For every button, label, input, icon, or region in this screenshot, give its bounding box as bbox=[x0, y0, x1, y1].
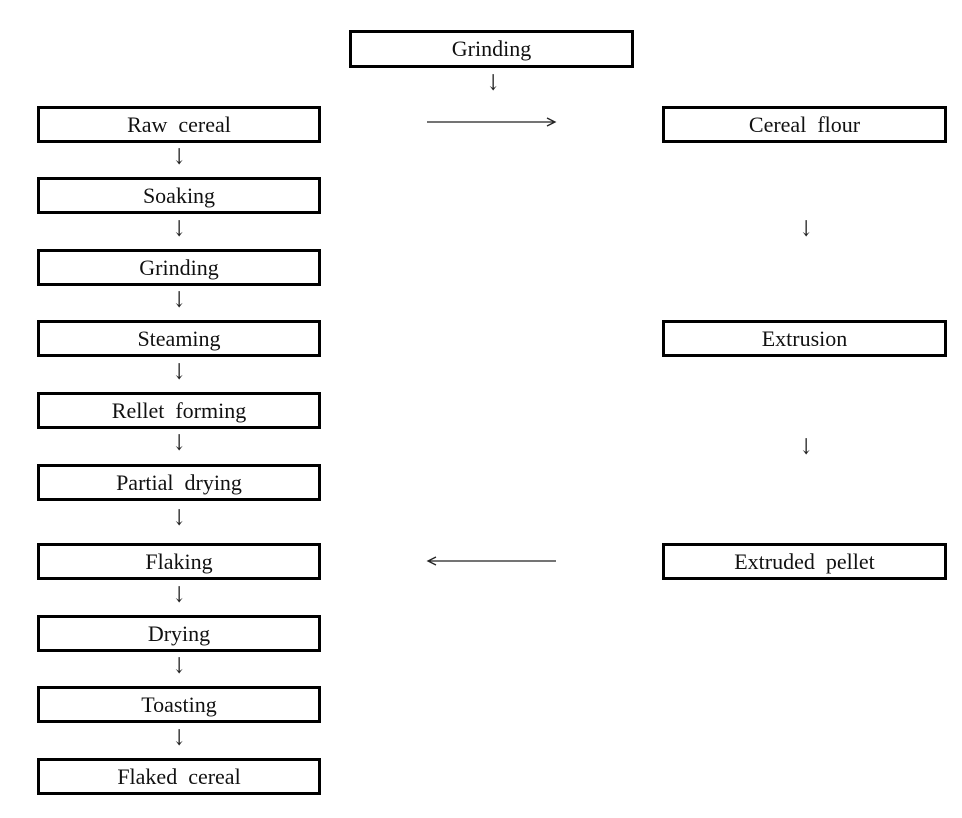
down-arrow-icon: ↓ bbox=[172, 654, 187, 679]
step-flaked-cereal: Flaked cereal bbox=[37, 758, 321, 795]
down-arrow-icon: ↓ bbox=[172, 145, 187, 170]
down-arrow-icon: ↓ bbox=[172, 583, 187, 608]
down-arrow-icon: ↓ bbox=[799, 217, 814, 242]
down-arrow-icon: ↓ bbox=[172, 288, 187, 313]
step-label: Flaked cereal bbox=[117, 763, 241, 789]
step-partial-drying: Partial drying bbox=[37, 464, 321, 501]
step-cereal-flour: Cereal flour bbox=[662, 106, 947, 143]
step-label: Grinding bbox=[139, 254, 219, 280]
step-toasting: Toasting bbox=[37, 686, 321, 723]
step-label: Soaking bbox=[142, 182, 216, 208]
step-label: Drying bbox=[147, 620, 211, 646]
step-soaking: Soaking bbox=[37, 177, 321, 214]
step-label: Flaking bbox=[145, 548, 213, 574]
down-arrow-icon: ↓ bbox=[172, 431, 187, 456]
step-label: Cereal flour bbox=[748, 111, 861, 137]
step-label: Partial drying bbox=[116, 469, 242, 495]
down-arrow-icon: ↓ bbox=[172, 217, 187, 242]
down-arrow-icon: ↓ bbox=[799, 435, 814, 460]
down-arrow-icon: ↓ bbox=[172, 506, 187, 531]
right-arrow-icon bbox=[426, 116, 558, 128]
down-arrow-icon: ↓ bbox=[486, 71, 501, 96]
step-label: Steaming bbox=[137, 325, 221, 351]
down-arrow-icon: ↓ bbox=[172, 726, 187, 751]
step-raw-cereal: Raw cereal bbox=[37, 106, 321, 143]
step-label: Toasting bbox=[141, 691, 217, 717]
step-extruded-pellet: Extruded pellet bbox=[662, 543, 947, 580]
step-flaking: Flaking bbox=[37, 543, 321, 580]
step-label: Raw cereal bbox=[127, 111, 231, 137]
step-grinding: Grinding bbox=[37, 249, 321, 286]
top-grinding-box: Grinding bbox=[349, 30, 634, 68]
step-label: Extruded pellet bbox=[734, 548, 875, 574]
step-steaming: Steaming bbox=[37, 320, 321, 357]
top-grinding-label: Grinding bbox=[451, 36, 532, 61]
step-rellet-forming: Rellet forming bbox=[37, 392, 321, 429]
step-label: Extrusion bbox=[761, 325, 848, 351]
step-extrusion: Extrusion bbox=[662, 320, 947, 357]
left-arrow-icon bbox=[426, 555, 558, 567]
step-drying: Drying bbox=[37, 615, 321, 652]
down-arrow-icon: ↓ bbox=[172, 360, 187, 385]
step-label: Rellet forming bbox=[111, 397, 247, 423]
